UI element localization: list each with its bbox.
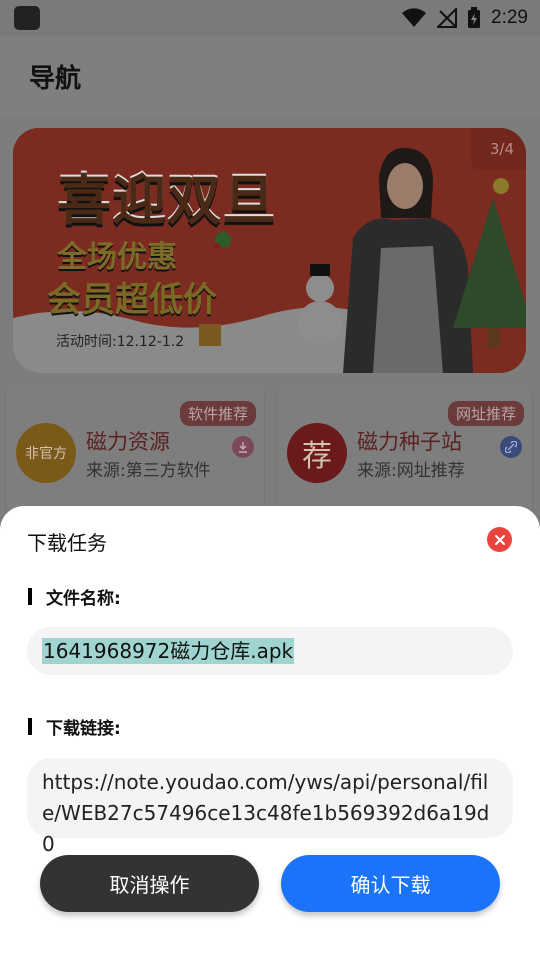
- card-desc: 来源:网址推荐: [357, 461, 465, 481]
- battery-charging-icon: [468, 7, 481, 28]
- download-link-value[interactable]: https://note.youdao.com/yws/api/personal…: [42, 767, 502, 860]
- download-icon[interactable]: [232, 436, 254, 458]
- file-name-value[interactable]: 1641968972磁力仓库.apk: [42, 638, 295, 664]
- card-avatar: 荐: [287, 423, 347, 483]
- file-name-label: 文件名称:: [46, 589, 121, 609]
- card-title: 磁力种子站: [357, 430, 462, 454]
- avatar-text: 非官方: [25, 446, 67, 462]
- app-header: 导航: [0, 36, 540, 116]
- link-label: 下载链接:: [46, 719, 121, 739]
- close-icon[interactable]: [487, 527, 512, 552]
- recommend-card-website[interactable]: 网址推荐 荐 磁力种子站 来源:网址推荐: [277, 388, 532, 513]
- card-title: 磁力资源: [86, 430, 170, 454]
- no-signal-icon: [437, 8, 458, 28]
- page-title: 导航: [29, 64, 82, 94]
- status-time: 2:29: [491, 7, 528, 28]
- banner-headline: 喜迎双旦: [57, 169, 277, 232]
- card-avatar: 非官方: [16, 423, 76, 483]
- card-tag: 软件推荐: [179, 401, 256, 426]
- file-name-field[interactable]: 1641968972磁力仓库.apk: [27, 627, 513, 675]
- download-link-field[interactable]: https://note.youdao.com/yws/api/personal…: [27, 758, 513, 856]
- banner-subheadline: 全场优惠: [57, 240, 177, 275]
- promo-banner[interactable]: 喜迎双旦 全场优惠 会员超低价 活动时间:12.12-1.2 3/4: [13, 128, 526, 373]
- banner-page-indicator: 3/4: [471, 128, 526, 170]
- banner-offer: 会员超低价: [47, 280, 217, 320]
- recommend-card-software[interactable]: 软件推荐 非官方 磁力资源 来源:第三方软件: [6, 388, 264, 513]
- cancel-button[interactable]: 取消操作: [40, 855, 259, 912]
- banner-event-time: 活动时间:12.12-1.2: [56, 334, 185, 350]
- card-tag: 网址推荐: [447, 401, 524, 426]
- status-icons: 2:29: [401, 6, 528, 30]
- avatar-text: 荐: [302, 439, 332, 474]
- label-marker: [28, 718, 32, 735]
- banner-counter-text: 3/4: [489, 140, 514, 158]
- status-bar: 2:29: [0, 0, 540, 36]
- file-name-label-row: 文件名称:: [28, 584, 121, 609]
- wifi-icon: [402, 8, 427, 27]
- label-marker: [28, 588, 32, 605]
- card-desc: 来源:第三方软件: [86, 461, 211, 481]
- sheet-title: 下载任务: [27, 531, 107, 555]
- app-notification-icon: [14, 6, 40, 30]
- download-task-sheet: 下载任务 文件名称: 1641968972磁力仓库.apk 下载链接: http…: [0, 506, 540, 960]
- link-label-row: 下载链接:: [28, 714, 121, 739]
- confirm-download-button[interactable]: 确认下载: [281, 855, 500, 912]
- link-icon[interactable]: [500, 436, 522, 458]
